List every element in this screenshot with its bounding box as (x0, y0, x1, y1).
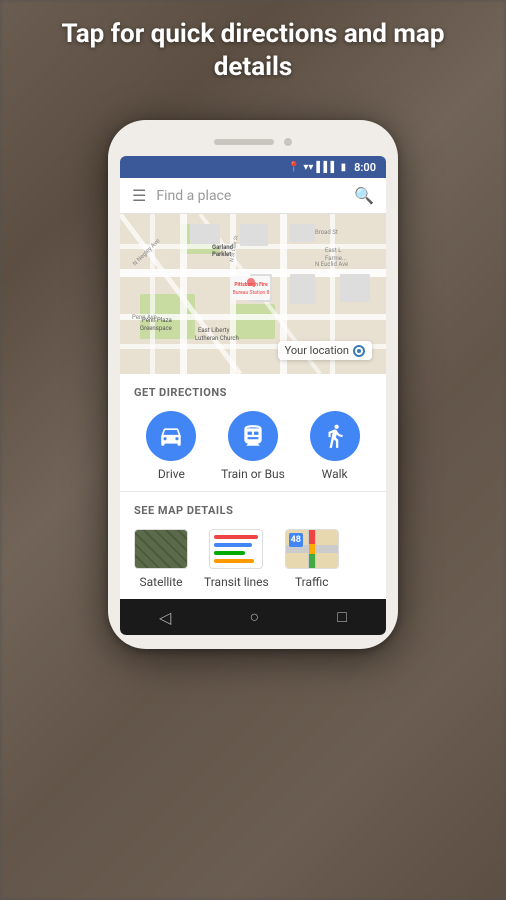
traffic-thumbnail: 48 (285, 529, 339, 569)
location-target-icon (353, 345, 365, 357)
hero-title: Tap for quick directions and map details (0, 18, 506, 83)
traffic-red-seg (309, 530, 315, 544)
walk-circle (310, 411, 360, 461)
traffic-green-seg (309, 554, 315, 569)
transit-lines-preview (210, 530, 262, 568)
detail-buttons-row: Satellite Transit lines (134, 529, 372, 589)
map-details-title: SEE MAP DETAILS (134, 504, 372, 517)
your-location-label: Your location (278, 341, 372, 360)
search-icon[interactable]: 🔍 (354, 186, 374, 205)
svg-text:Greenspace: Greenspace (140, 325, 172, 332)
transit-icon (240, 423, 266, 449)
phone-screen: 📍 ▾▾ ▌▌▌ ▮ 8:00 ☰ Find a place 🔍 (120, 156, 386, 635)
satellite-thumbnail (134, 529, 188, 569)
directions-title: GET DIRECTIONS (134, 386, 372, 399)
home-nav-button[interactable]: ○ (249, 607, 259, 627)
svg-text:Bureau Station 8: Bureau Station 8 (233, 290, 270, 296)
transit-line-3 (214, 551, 245, 555)
satellite-pattern (135, 530, 187, 568)
transit-label: Train or Bus (221, 467, 285, 481)
svg-text:Farme...: Farme... (325, 255, 347, 262)
phone-body: 📍 ▾▾ ▌▌▌ ▮ 8:00 ☰ Find a place 🔍 (108, 120, 398, 649)
transit-button[interactable]: Train or Bus (221, 411, 285, 481)
svg-text:East Liberty: East Liberty (198, 327, 230, 334)
search-bar[interactable]: ☰ Find a place 🔍 (120, 178, 386, 214)
status-icons: 📍 ▾▾ ▌▌▌ ▮ (288, 162, 346, 173)
direction-buttons-row: Drive Train or Bus (134, 411, 372, 481)
recent-nav-button[interactable]: □ (337, 607, 347, 627)
traffic-orange-seg (309, 544, 315, 554)
satellite-label: Satellite (140, 575, 183, 589)
traffic-button[interactable]: 48 Traffic (285, 529, 339, 589)
traffic-label: Traffic (295, 575, 329, 589)
svg-text:Lutheran Church: Lutheran Church (195, 335, 239, 342)
svg-text:N Euclid Ave: N Euclid Ave (315, 261, 348, 268)
walk-icon (322, 423, 348, 449)
bottom-nav-bar: ◁ ○ □ (120, 599, 386, 635)
your-location-text: Your location (285, 344, 349, 357)
svg-text:Broad St: Broad St (315, 229, 338, 236)
signal-icon: ▌▌▌ (316, 162, 337, 173)
directions-section: GET DIRECTIONS Drive (120, 374, 386, 492)
location-status-icon: 📍 (288, 162, 300, 173)
traffic-badge: 48 (289, 533, 303, 547)
transit-lines-button[interactable]: Transit lines (204, 529, 269, 589)
map-details-section: SEE MAP DETAILS Satellite (120, 492, 386, 599)
transit-thumbnail (209, 529, 263, 569)
drive-circle (146, 411, 196, 461)
transit-line-1 (214, 535, 258, 539)
battery-icon: ▮ (341, 162, 347, 173)
transit-circle (228, 411, 278, 461)
wifi-icon: ▾▾ (303, 162, 313, 173)
svg-text:Penn Plaza: Penn Plaza (142, 317, 172, 324)
camera (284, 138, 292, 146)
satellite-button[interactable]: Satellite (134, 529, 188, 589)
hamburger-icon[interactable]: ☰ (132, 186, 146, 205)
transit-line-2 (214, 543, 251, 547)
back-nav-button[interactable]: ◁ (159, 608, 171, 627)
drive-icon (158, 423, 184, 449)
walk-label: Walk (322, 467, 348, 481)
speaker (214, 139, 274, 145)
drive-label: Drive (158, 467, 185, 481)
search-input-placeholder[interactable]: Find a place (156, 188, 344, 204)
walk-button[interactable]: Walk (310, 411, 360, 481)
phone-device: 📍 ▾▾ ▌▌▌ ▮ 8:00 ☰ Find a place 🔍 (108, 120, 398, 649)
map-view[interactable]: Pittsburgh Fire Bureau Station 8 N Negle… (120, 214, 386, 374)
svg-text:East L: East L (325, 247, 342, 254)
status-time: 8:00 (354, 161, 376, 174)
transit-lines-label: Transit lines (204, 575, 269, 589)
phone-top-bar (120, 138, 386, 146)
traffic-preview: 48 (286, 530, 338, 568)
status-bar: 📍 ▾▾ ▌▌▌ ▮ 8:00 (120, 156, 386, 178)
drive-button[interactable]: Drive (146, 411, 196, 481)
svg-text:Parklet: Parklet (212, 251, 231, 258)
transit-line-4 (214, 559, 254, 563)
